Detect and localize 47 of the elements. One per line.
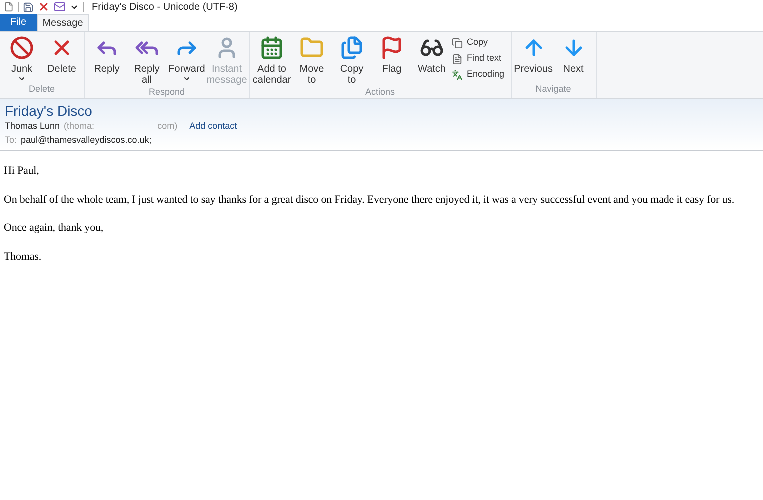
body-paragraph: Thomas.	[4, 250, 42, 264]
documents-icon	[340, 36, 364, 60]
subject: Friday's Disco	[5, 103, 94, 120]
group-label: Navigate	[534, 82, 572, 96]
ribbon-tab[interactable]: Message	[37, 14, 89, 31]
no-entry-icon	[10, 36, 34, 60]
ribbon-button[interactable]: Forward	[167, 32, 207, 86]
ribbon-button[interactable]: Reply	[87, 32, 127, 86]
ribbon-button[interactable]: Flag	[372, 32, 412, 86]
add-contact-link[interactable]: Add contact	[190, 120, 238, 133]
group-label: Respond	[148, 86, 186, 99]
calendar-icon	[260, 36, 284, 60]
sender-email: (thoma:	[64, 120, 95, 133]
flag-icon	[380, 36, 404, 60]
ribbon-button[interactable]: Reply all	[127, 32, 167, 86]
body-paragraph: On behalf of the whole team, I just wanted to say thanks for a great disco on Friday. Everyone there enjoyed it, it was a very successful event and you made it easy for us.	[4, 192, 736, 208]
ribbon-small-button[interactable]: Encoding	[452, 68, 505, 82]
document-icon[interactable]	[4, 2, 14, 12]
to-label: To:	[5, 134, 18, 147]
save-icon[interactable]	[23, 2, 34, 12]
close-icon[interactable]	[38, 1, 50, 13]
body-paragraph: Once again, thank you,	[4, 221, 105, 236]
body-paragraph: Hi Paul,	[4, 164, 40, 179]
copy-icon	[452, 38, 463, 48]
group-label: Actions	[364, 86, 396, 99]
ribbon-button[interactable]: Delete	[42, 32, 82, 83]
ribbon-button[interactable]: Next	[554, 32, 594, 82]
ribbon-button[interactable]: Previous	[514, 32, 554, 82]
ribbon-button[interactable]: Watch	[412, 32, 452, 86]
ribbon-button[interactable]: Copy to	[332, 32, 372, 86]
caret-icon	[18, 75, 26, 83]
caret-icon	[183, 75, 191, 83]
recipient: paul@thamesvalleydiscos.co.uk;	[21, 134, 152, 147]
sender-name: Thomas Lunn	[5, 120, 60, 133]
ribbon-tab[interactable]: File	[0, 14, 37, 31]
mail-icon[interactable]	[54, 1, 66, 13]
ribbon-small-button[interactable]: Copy	[452, 36, 505, 50]
ribbon-button[interactable]: Junk	[2, 32, 42, 83]
encoding-icon	[452, 70, 463, 80]
document-icon	[452, 54, 463, 64]
sender-email: com)	[158, 120, 178, 133]
ribbon-button[interactable]: Move to	[292, 32, 332, 86]
ribbon-button[interactable]: Add to calendar	[252, 32, 292, 86]
group-label: Delete	[28, 83, 56, 96]
folder-icon	[300, 36, 324, 60]
ribbon-small-button[interactable]: Find text	[452, 52, 505, 66]
window-title: Friday's Disco - Unicode (UTF-8)	[92, 0, 238, 14]
